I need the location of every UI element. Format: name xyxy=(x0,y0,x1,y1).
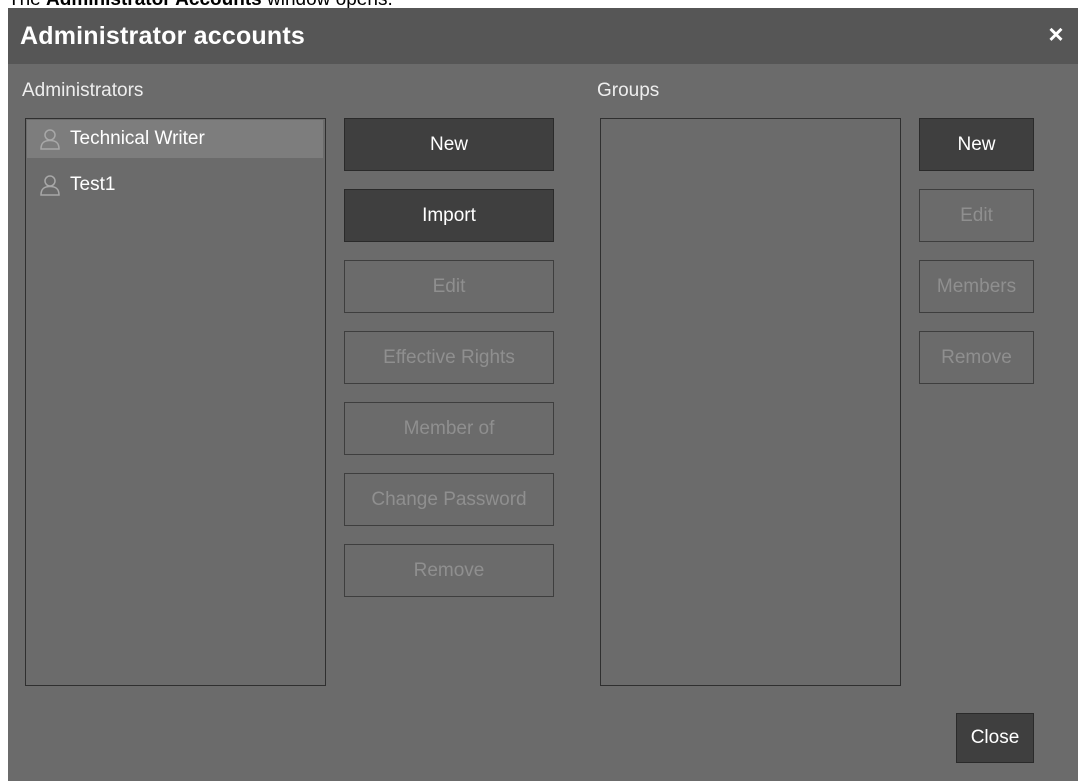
group-remove-button[interactable]: Remove xyxy=(919,331,1034,384)
close-icon[interactable]: × xyxy=(1044,21,1068,47)
groups-list[interactable] xyxy=(600,118,901,686)
administrator-accounts-dialog: Administrator accounts × Administrators … xyxy=(8,8,1078,781)
list-item-test1[interactable]: Test1 xyxy=(27,166,323,204)
administrators-list[interactable]: Technical Writer Test1 xyxy=(25,118,326,686)
admin-change-password-button[interactable]: Change Password xyxy=(344,473,554,526)
close-button[interactable]: Close xyxy=(956,713,1034,763)
list-item-label: Technical Writer xyxy=(70,128,205,149)
admin-edit-button[interactable]: Edit xyxy=(344,260,554,313)
admin-import-button[interactable]: Import xyxy=(344,189,554,242)
user-icon xyxy=(40,175,60,196)
administrators-label: Administrators xyxy=(22,80,144,101)
admin-new-button[interactable]: New xyxy=(344,118,554,171)
group-new-button[interactable]: New xyxy=(919,118,1034,171)
dialog-titlebar: Administrator accounts × xyxy=(8,8,1078,64)
user-icon xyxy=(40,129,60,150)
list-item-technical-writer[interactable]: Technical Writer xyxy=(27,120,323,158)
admin-effective-rights-button[interactable]: Effective Rights xyxy=(344,331,554,384)
group-edit-button[interactable]: Edit xyxy=(919,189,1034,242)
list-item-label: Test1 xyxy=(70,174,116,195)
dialog-title: Administrator accounts xyxy=(20,22,306,50)
admin-member-of-button[interactable]: Member of xyxy=(344,402,554,455)
admin-remove-button[interactable]: Remove xyxy=(344,544,554,597)
groups-label: Groups xyxy=(597,80,660,101)
group-members-button[interactable]: Members xyxy=(919,260,1034,313)
